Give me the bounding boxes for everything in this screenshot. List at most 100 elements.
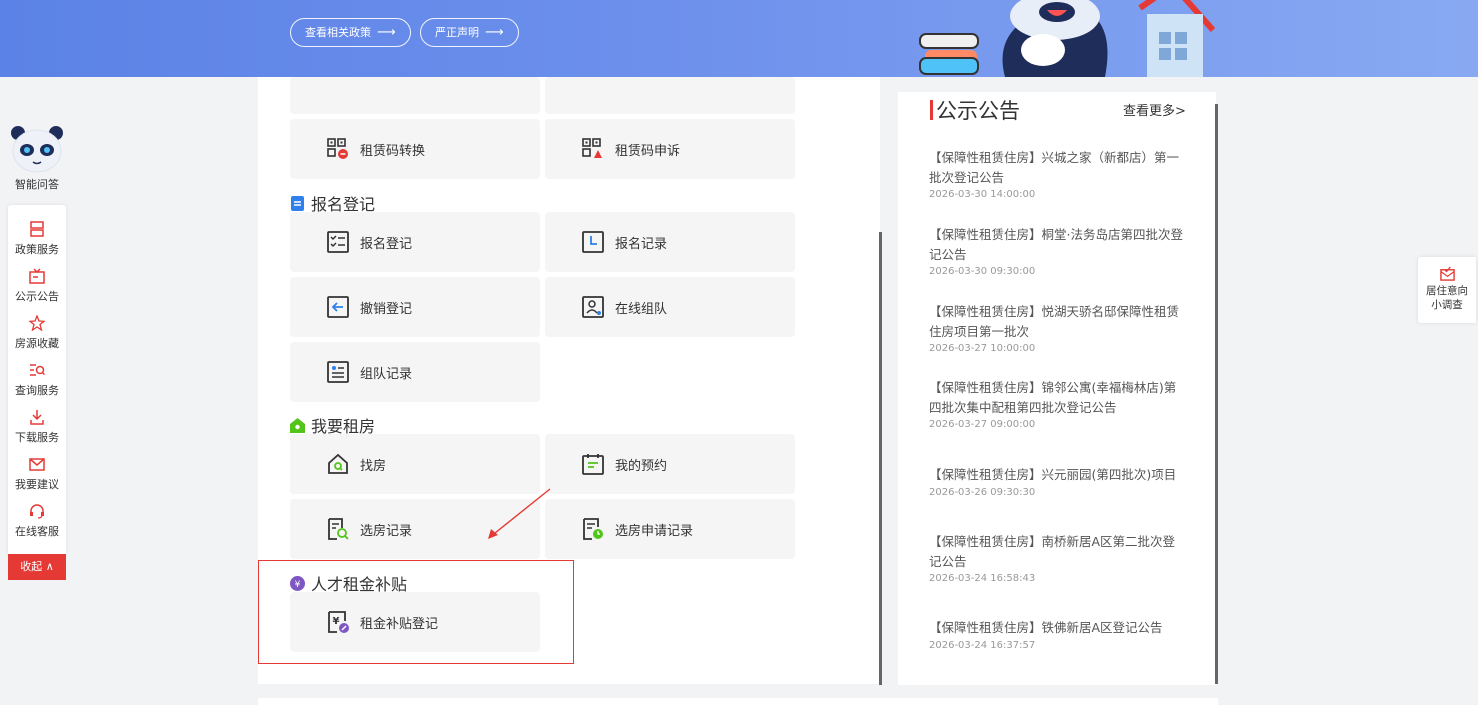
notice-header: 公示公告 xyxy=(930,95,1020,125)
notice-item-date: 2026-03-27 10:00:00 xyxy=(929,343,1036,354)
team-user-icon xyxy=(582,296,604,318)
clock-record-icon xyxy=(582,231,604,253)
tile-label: 租赁码申诉 xyxy=(615,143,681,159)
collapse-button[interactable]: 收起 ∧ xyxy=(8,554,66,580)
arrow-right-icon: ⟶ xyxy=(485,25,504,40)
notice-item-date: 2026-03-26 09:30:30 xyxy=(929,486,1036,498)
download-icon xyxy=(30,410,44,425)
notice-item-date: 2026-03-24 16:58:43 xyxy=(929,573,1036,584)
search-doc-icon xyxy=(328,518,349,540)
sidebar-item-notice[interactable]: 公示公告 xyxy=(8,268,66,304)
tile-partial-right[interactable] xyxy=(545,77,795,114)
notice-icon xyxy=(29,268,45,284)
qrcode-appeal-icon xyxy=(582,138,602,158)
sidebar-item-label: 下载服务 xyxy=(15,431,59,444)
mail-icon xyxy=(29,458,45,471)
tile-label: 撤销登记 xyxy=(360,301,413,317)
notice-title: 公示公告 xyxy=(936,99,1020,123)
footer-edge xyxy=(258,698,1218,705)
panel-scrollbar[interactable] xyxy=(879,232,882,685)
tile-label: 报名记录 xyxy=(615,236,668,252)
notice-item[interactable]: 【保障性租赁住房】兴城之家（新都店）第一批次登记公告 2026-03-30 14… xyxy=(929,148,1185,200)
sidebar-item-label: 政策服务 xyxy=(15,243,59,256)
policy-icon xyxy=(30,221,44,237)
survey-button[interactable]: 居住意向 小调查 xyxy=(1418,257,1476,323)
doc-clock-icon xyxy=(583,518,603,540)
team-record-icon xyxy=(327,361,349,383)
tile-select-apply-record[interactable]: 选房申请记录 xyxy=(545,499,795,559)
tile-label: 组队记录 xyxy=(360,366,413,382)
notice-item-title: 【保障性租赁住房】兴元丽园(第四批次)项目 xyxy=(929,467,1177,482)
survey-label-line2: 小调查 xyxy=(1431,299,1463,311)
sidebar-item-favorites[interactable]: 房源收藏 xyxy=(8,315,66,351)
highlight-box xyxy=(258,560,574,664)
statement-label: 严正声明 xyxy=(435,26,479,39)
notice-item-date: 2026-03-24 16:37:57 xyxy=(929,639,1036,651)
tile-label: 租赁码转换 xyxy=(360,143,426,159)
survey-envelope-icon xyxy=(1439,266,1455,281)
house-icon xyxy=(290,417,305,433)
sidebar-item-download[interactable]: 下载服务 xyxy=(8,409,66,445)
annotation-arrow xyxy=(488,488,551,539)
tile-label: 找房 xyxy=(360,458,387,474)
calendar-icon xyxy=(582,454,604,475)
tile-label: 选房申请记录 xyxy=(615,523,694,539)
tile-register[interactable]: 报名登记 xyxy=(290,212,540,272)
statement-button[interactable]: 严正声明 ⟶ xyxy=(420,18,519,47)
qrcode-convert-icon xyxy=(327,138,348,159)
notice-scrollbar[interactable] xyxy=(1215,104,1218,684)
tile-label: 我的预约 xyxy=(615,458,668,474)
tile-register-record[interactable]: 报名记录 xyxy=(545,212,795,272)
notice-item[interactable]: 【保障性租赁住房】兴元丽园(第四批次)项目 2026-03-26 09:30:3… xyxy=(929,465,1185,498)
tile-label: 在线组队 xyxy=(615,301,668,317)
robot-label[interactable]: 智能问答 xyxy=(8,176,66,192)
tile-team-record[interactable]: 组队记录 xyxy=(290,342,540,402)
tile-code-convert[interactable]: 租赁码转换 xyxy=(290,119,540,179)
tile-cancel-register[interactable]: 撤销登记 xyxy=(290,277,540,337)
notice-item-title: 【保障性租赁住房】兴城之家（新都店）第一批次登记公告 xyxy=(929,150,1180,185)
sidebar-item-label: 查询服务 xyxy=(15,384,59,397)
notice-item[interactable]: 【保障性租赁住房】锦邻公寓(幸福梅林店)第四批次集中配租第四批次登记公告 202… xyxy=(929,378,1185,430)
notice-item-date: 2026-03-30 14:00:00 xyxy=(929,189,1036,200)
notice-item-title: 【保障性租赁住房】南桥新居A区第二批次登记公告 xyxy=(929,534,1176,569)
notice-item[interactable]: 【保障性租赁住房】铁佛新居A区登记公告 2026-03-24 16:37:57 xyxy=(929,618,1185,651)
house-search-icon xyxy=(328,453,348,474)
view-policy-button[interactable]: 查看相关政策 ⟶ xyxy=(290,18,411,47)
document-icon xyxy=(291,195,304,211)
checklist-icon xyxy=(327,231,349,253)
notice-item-title: 【保障性租赁住房】锦邻公寓(幸福梅林店)第四批次集中配租第四批次登记公告 xyxy=(929,380,1177,415)
notice-item[interactable]: 【保障性租赁住房】南桥新居A区第二批次登记公告 2026-03-24 16:58… xyxy=(929,532,1185,584)
tile-label: 报名登记 xyxy=(360,236,413,252)
notice-item-title: 【保障性租赁住房】铁佛新居A区登记公告 xyxy=(929,620,1163,635)
headset-icon xyxy=(30,504,44,519)
sidebar-item-label: 房源收藏 xyxy=(15,337,59,350)
tile-label: 选房记录 xyxy=(360,523,413,539)
tile-partial-left[interactable] xyxy=(290,77,540,114)
arrow-right-icon: ⟶ xyxy=(377,25,396,40)
notice-item-title: 【保障性租赁住房】桐堂·法务岛店第四批次登记公告 xyxy=(929,227,1183,262)
sidebar-item-suggestion[interactable]: 我要建议 xyxy=(8,456,66,492)
sidebar-item-policy[interactable]: 政策服务 xyxy=(8,221,66,257)
sidebar-item-label: 公示公告 xyxy=(15,290,59,303)
title-accent-bar xyxy=(930,100,933,120)
notice-item-date: 2026-03-27 09:00:00 xyxy=(929,419,1036,430)
notice-item[interactable]: 【保障性租赁住房】悦湖天骄名邸保障性租赁住房项目第一批次 2026-03-27 … xyxy=(929,302,1185,354)
tile-online-team[interactable]: 在线组队 xyxy=(545,277,795,337)
tile-code-appeal[interactable]: 租赁码申诉 xyxy=(545,119,795,179)
notice-item-date: 2026-03-30 09:30:00 xyxy=(929,266,1036,277)
notice-item-title: 【保障性租赁住房】悦湖天骄名邸保障性租赁住房项目第一批次 xyxy=(929,304,1180,339)
tile-my-appointment[interactable]: 我的预约 xyxy=(545,434,795,494)
top-banner: 查看相关政策 ⟶ 严正声明 ⟶ xyxy=(0,0,1478,77)
view-policy-label: 查看相关政策 xyxy=(305,26,371,39)
back-arrow-icon xyxy=(327,296,349,318)
star-icon xyxy=(29,315,45,331)
query-icon xyxy=(30,364,45,376)
panda-robot-icon[interactable] xyxy=(10,124,64,174)
sidebar-item-label: 我要建议 xyxy=(15,478,59,491)
notice-item[interactable]: 【保障性租赁住房】桐堂·法务岛店第四批次登记公告 2026-03-30 09:3… xyxy=(929,225,1185,277)
sidebar-item-customer-service[interactable]: 在线客服 xyxy=(8,503,66,539)
panda-mascot-illustration xyxy=(919,0,1215,77)
sidebar-item-query[interactable]: 查询服务 xyxy=(8,362,66,398)
view-more-link[interactable]: 查看更多> xyxy=(1123,100,1186,119)
sidebar-item-label: 在线客服 xyxy=(15,525,59,538)
